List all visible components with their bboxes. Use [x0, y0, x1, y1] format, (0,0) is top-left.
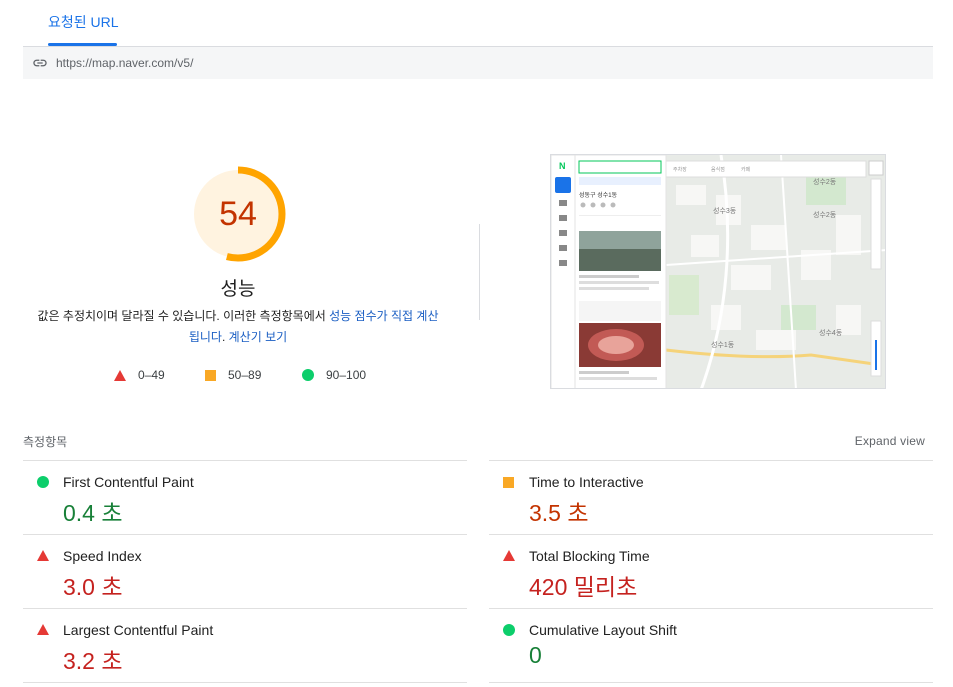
description-separator: . [221, 330, 229, 344]
pass-circle-icon [37, 476, 49, 488]
vertical-divider [479, 224, 480, 320]
metric-cumulative-layout-shift: Cumulative Layout Shift 0 [489, 608, 933, 682]
metric-total-blocking-time: Total Blocking Time 420 밀리초 [489, 534, 933, 608]
metric-name: Largest Contentful Paint [63, 622, 214, 638]
metric-largest-contentful-paint: Largest Contentful Paint 3.2 초 [23, 608, 467, 682]
svg-text:성수1동: 성수1동 [711, 340, 735, 349]
naver-map-thumbnail: 성수3동 성수2동 성수2동 성수1동 성수4동 주차장 음식점 카페 N 성동구 … [551, 155, 885, 388]
metric-value: 3.2 초 [63, 648, 123, 674]
svg-text:음식점: 음식점 [711, 166, 725, 173]
svg-text:성수3동: 성수3동 [713, 206, 737, 215]
performance-score: 54 [219, 194, 257, 233]
metrics-bottom-divider [489, 682, 933, 683]
svg-text:성수2동: 성수2동 [813, 210, 837, 219]
score-description: 값은 추정치이며 달라질 수 있습니다. 이러한 측정항목에서 성능 점수가 직… [36, 306, 440, 348]
average-square-icon [503, 477, 514, 488]
pass-circle-icon [302, 369, 314, 381]
fail-triangle-icon [37, 624, 49, 635]
metric-name: Total Blocking Time [529, 548, 650, 564]
svg-text:카페: 카페 [741, 166, 751, 173]
svg-text:주차장: 주차장 [673, 166, 687, 173]
svg-text:성수4동: 성수4동 [819, 328, 843, 337]
metric-first-contentful-paint: First Contentful Paint 0.4 초 [23, 460, 467, 534]
metric-value: 420 밀리초 [529, 574, 638, 600]
metric-name: First Contentful Paint [63, 474, 194, 490]
svg-text:N: N [559, 161, 566, 171]
pass-circle-icon [503, 624, 515, 636]
page-url[interactable]: https://map.naver.com/v5/ [56, 56, 193, 70]
legend-poor-label: 0–49 [138, 368, 165, 382]
metrics-section-title: 측정항목 [23, 435, 68, 449]
legend-average: 50–89 [205, 368, 261, 382]
fail-triangle-icon [37, 550, 49, 561]
svg-text:성동구 성수1동: 성동구 성수1동 [579, 191, 618, 199]
expand-view-button[interactable]: Expand view [855, 434, 925, 448]
svg-text:성수2동: 성수2동 [813, 177, 837, 186]
metric-value: 3.0 초 [63, 574, 123, 600]
legend-good-label: 90–100 [326, 368, 367, 382]
calculator-link[interactable]: 계산기 보기 [229, 330, 288, 344]
metric-value: 3.5 초 [529, 500, 589, 526]
metric-speed-index: Speed Index 3.0 초 [23, 534, 467, 608]
metric-value: 0.4 초 [63, 500, 123, 526]
tab-requested-url[interactable]: 요청된 URL [48, 12, 119, 32]
average-square-icon [205, 369, 216, 381]
final-screenshot[interactable]: 성수3동 성수2동 성수2동 성수1동 성수4동 주차장 음식점 카페 N 성동구 … [550, 154, 886, 389]
metric-value: 0 [529, 642, 542, 668]
performance-gauge: 54 [188, 164, 288, 264]
legend-poor: 0–49 [114, 368, 165, 382]
metrics-bottom-divider [23, 682, 467, 683]
link-icon [32, 55, 48, 71]
metric-name: Time to Interactive [529, 474, 644, 490]
description-text: 값은 추정치이며 달라질 수 있습니다. 이러한 측정항목에서 [37, 309, 330, 323]
fail-triangle-icon [114, 369, 126, 381]
fail-triangle-icon [503, 550, 515, 561]
legend-average-label: 50–89 [228, 368, 262, 382]
metric-name: Cumulative Layout Shift [529, 622, 677, 638]
legend-good: 90–100 [302, 368, 366, 382]
metric-name: Speed Index [63, 548, 142, 564]
performance-label: 성능 [220, 279, 256, 300]
metric-time-to-interactive: Time to Interactive 3.5 초 [489, 460, 933, 534]
url-bar: https://map.naver.com/v5/ [23, 47, 933, 79]
